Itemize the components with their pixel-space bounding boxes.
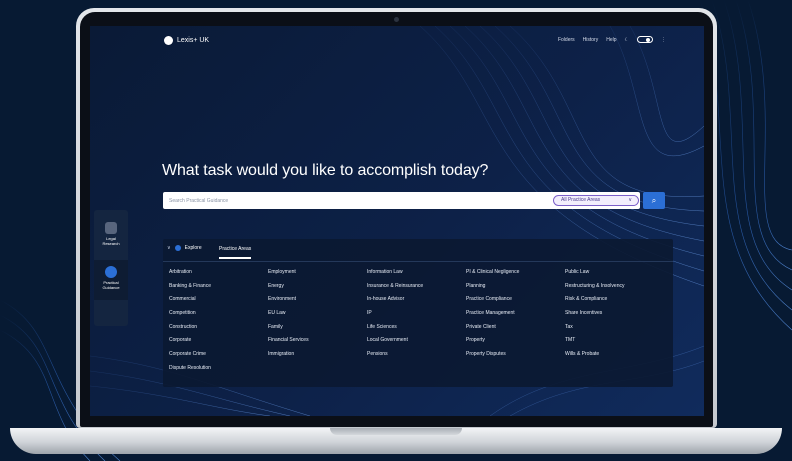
top-nav: Folders History Help ☾ ⋮ <box>558 36 666 43</box>
practice-area-link[interactable]: IP <box>367 310 466 316</box>
laptop-screen: Lexis+ UK Folders History Help ☾ ⋮ Legal… <box>90 26 704 416</box>
practice-area-grid: Arbitration Banking & Finance Commercial… <box>169 269 669 371</box>
practice-area-link[interactable]: Corporate <box>169 337 268 343</box>
logo-text: Lexis+ UK <box>177 37 210 44</box>
rail-item-label: Research <box>102 241 120 246</box>
practice-area-link[interactable]: Practice Compliance <box>466 296 565 302</box>
practice-area-link[interactable]: EU Law <box>268 310 367 316</box>
practice-area-column: Public Law Restructuring & Insolvency Ri… <box>565 269 664 371</box>
top-bar: Lexis+ UK Folders History Help ☾ ⋮ <box>90 26 704 56</box>
search-bar: All Practice Areas ∨ <box>163 192 640 209</box>
practice-area-link[interactable]: Property Disputes <box>466 351 565 357</box>
tab-practice-areas[interactable]: Practice Areas <box>219 246 252 259</box>
practice-area-link[interactable]: Energy <box>268 283 367 289</box>
document-icon <box>105 222 117 234</box>
practice-area-link[interactable]: Construction <box>169 324 268 330</box>
practice-area-link[interactable]: PI & Clinical Negligence <box>466 269 565 275</box>
practice-area-link[interactable]: Share Incentives <box>565 310 664 316</box>
practice-area-link[interactable]: Pensions <box>367 351 466 357</box>
practice-area-link[interactable]: Information Law <box>367 269 466 275</box>
nav-help-link[interactable]: Help <box>606 37 616 43</box>
practice-area-link[interactable]: Restructuring & Insolvency <box>565 283 664 289</box>
practice-area-link[interactable]: Tax <box>565 324 664 330</box>
moon-icon: ☾ <box>624 36 629 43</box>
practice-area-link[interactable]: TMT <box>565 337 664 343</box>
practice-area-column: PI & Clinical Negligence Planning Practi… <box>466 269 565 371</box>
practice-area-link[interactable]: Public Law <box>565 269 664 275</box>
practice-area-link[interactable]: In-house Advisor <box>367 296 466 302</box>
practice-area-link[interactable]: Banking & Finance <box>169 283 268 289</box>
rail-item-legal-research[interactable]: Legal Research <box>94 216 128 256</box>
practice-area-column: Information Law Insurance & Reinsurance … <box>367 269 466 371</box>
chevron-down-icon: ∨ <box>167 245 171 251</box>
practice-area-link[interactable]: Employment <box>268 269 367 275</box>
practice-area-column: Employment Energy Environment EU Law Fam… <box>268 269 367 371</box>
tab-explore[interactable]: ∨ Explore <box>167 245 202 251</box>
rail-item-practical-guidance[interactable]: Practical Guidance <box>94 260 128 300</box>
search-button[interactable]: ⌕ <box>643 192 665 209</box>
practice-area-value: All Practice Areas <box>561 197 601 203</box>
more-icon[interactable]: ⋮ <box>661 37 666 43</box>
practice-area-link[interactable]: Arbitration <box>169 269 268 275</box>
practice-area-select[interactable]: All Practice Areas ∨ <box>553 195 639 206</box>
practice-area-link[interactable]: Risk & Compliance <box>565 296 664 302</box>
practice-area-column: Arbitration Banking & Finance Commercial… <box>169 269 268 371</box>
logo[interactable]: Lexis+ UK <box>164 36 209 45</box>
laptop-notch <box>330 428 462 435</box>
search-input[interactable] <box>163 192 543 209</box>
practice-area-link[interactable]: Property <box>466 337 565 343</box>
practice-area-link[interactable]: Planning <box>466 283 565 289</box>
practice-area-link[interactable]: Corporate Crime <box>169 351 268 357</box>
theme-toggle[interactable] <box>637 36 653 43</box>
left-rail: Legal Research Practical Guidance <box>94 210 128 326</box>
practice-area-link[interactable]: Immigration <box>268 351 367 357</box>
explore-panel: ∨ Explore Practice Areas Arbitration Ban… <box>163 239 673 387</box>
practice-area-link[interactable]: Local Government <box>367 337 466 343</box>
practice-area-link[interactable]: Private Client <box>466 324 565 330</box>
explore-icon <box>174 245 181 251</box>
practice-area-link[interactable]: Practice Management <box>466 310 565 316</box>
compass-icon <box>105 266 117 278</box>
practice-area-link[interactable]: Wills & Probate <box>565 351 664 357</box>
practice-area-link[interactable]: Commercial <box>169 296 268 302</box>
chevron-down-icon: ∨ <box>628 197 632 203</box>
practice-area-link[interactable]: Life Sciences <box>367 324 466 330</box>
tab-explore-label: Explore <box>184 245 202 251</box>
page-title: What task would you like to accomplish t… <box>162 162 489 179</box>
practice-area-link[interactable]: Insurance & Reinsurance <box>367 283 466 289</box>
lexis-logo-icon <box>164 36 173 45</box>
search-icon: ⌕ <box>651 196 657 205</box>
practice-area-link[interactable]: Financial Services <box>268 337 367 343</box>
practice-area-link[interactable]: Dispute Resolution <box>169 365 268 371</box>
nav-history-link[interactable]: History <box>583 37 599 43</box>
practice-area-link[interactable]: Competition <box>169 310 268 316</box>
practice-area-link[interactable]: Environment <box>268 296 367 302</box>
practice-area-link[interactable]: Family <box>268 324 367 330</box>
nav-folders-link[interactable]: Folders <box>558 37 575 43</box>
camera-icon <box>394 17 399 22</box>
panel-tabs: ∨ Explore Practice Areas <box>163 239 673 262</box>
rail-item-label: Guidance <box>102 285 120 290</box>
